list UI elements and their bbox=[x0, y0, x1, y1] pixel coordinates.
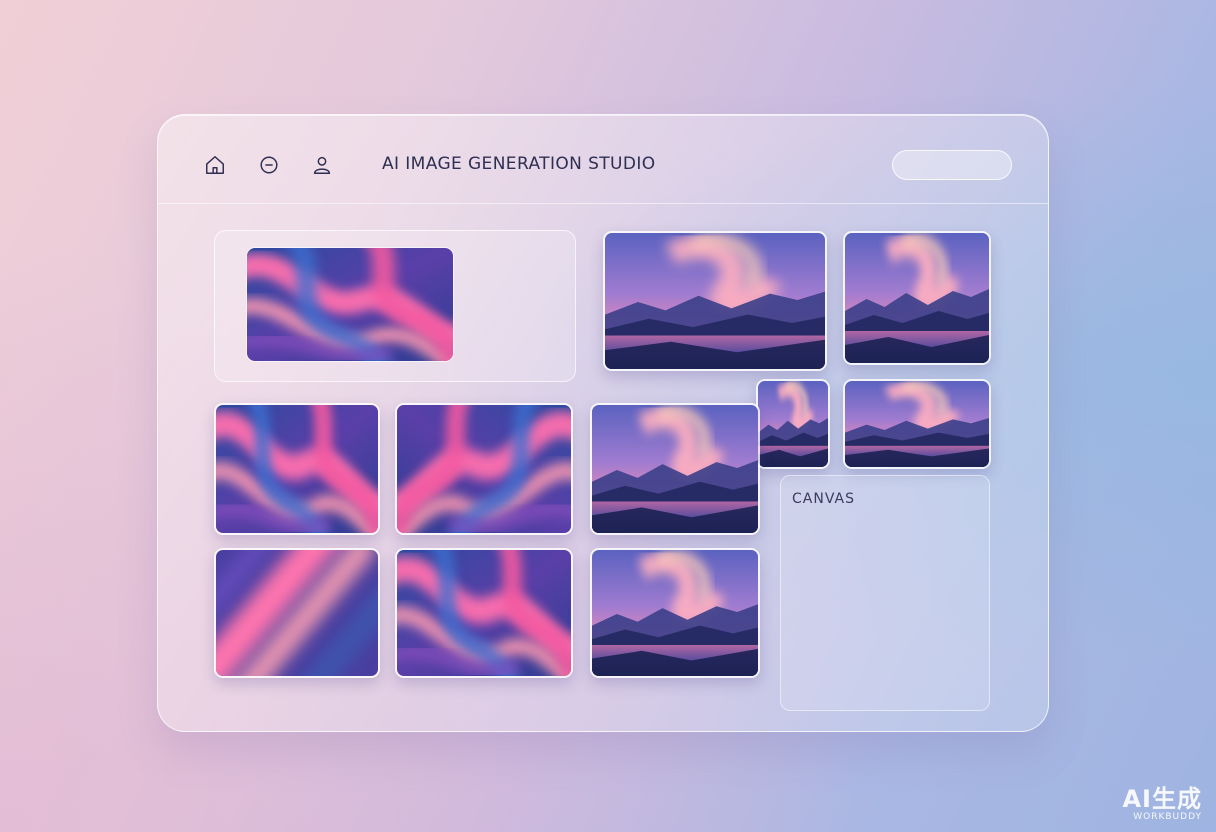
gallery-image-diagonal[interactable] bbox=[214, 548, 380, 678]
studio-window: AI IMAGE GENERATION STUDIO CANVAS bbox=[157, 114, 1049, 732]
gallery-image-landscape-4[interactable] bbox=[843, 379, 991, 469]
gallery-image-landscape-3[interactable] bbox=[756, 379, 830, 469]
user-icon[interactable] bbox=[310, 153, 334, 177]
page-title: AI IMAGE GENERATION STUDIO bbox=[382, 154, 656, 174]
header-divider bbox=[158, 203, 1048, 204]
search-input[interactable] bbox=[892, 150, 1012, 180]
watermark-main: AI生成 bbox=[1122, 785, 1202, 813]
minus-circle-icon[interactable] bbox=[257, 153, 281, 177]
canvas-panel[interactable] bbox=[780, 475, 990, 711]
gallery-image-swirl-3[interactable] bbox=[395, 548, 573, 678]
home-icon[interactable] bbox=[203, 153, 227, 177]
watermark: AI生成 WORKBUDDY bbox=[1122, 787, 1202, 822]
gallery-image-landscape-5[interactable] bbox=[590, 403, 760, 535]
watermark-sub: WORKBUDDY bbox=[1133, 812, 1202, 822]
gallery-image-swirl-1[interactable] bbox=[214, 403, 380, 535]
gallery-image-landscape-6[interactable] bbox=[590, 548, 760, 678]
gallery-image-landscape-2[interactable] bbox=[843, 231, 991, 365]
canvas-label: CANVAS bbox=[792, 491, 855, 507]
gallery-image-landscape-1[interactable] bbox=[603, 231, 827, 371]
gallery-image-swirl-2[interactable] bbox=[395, 403, 573, 535]
preview-image[interactable] bbox=[246, 247, 454, 362]
